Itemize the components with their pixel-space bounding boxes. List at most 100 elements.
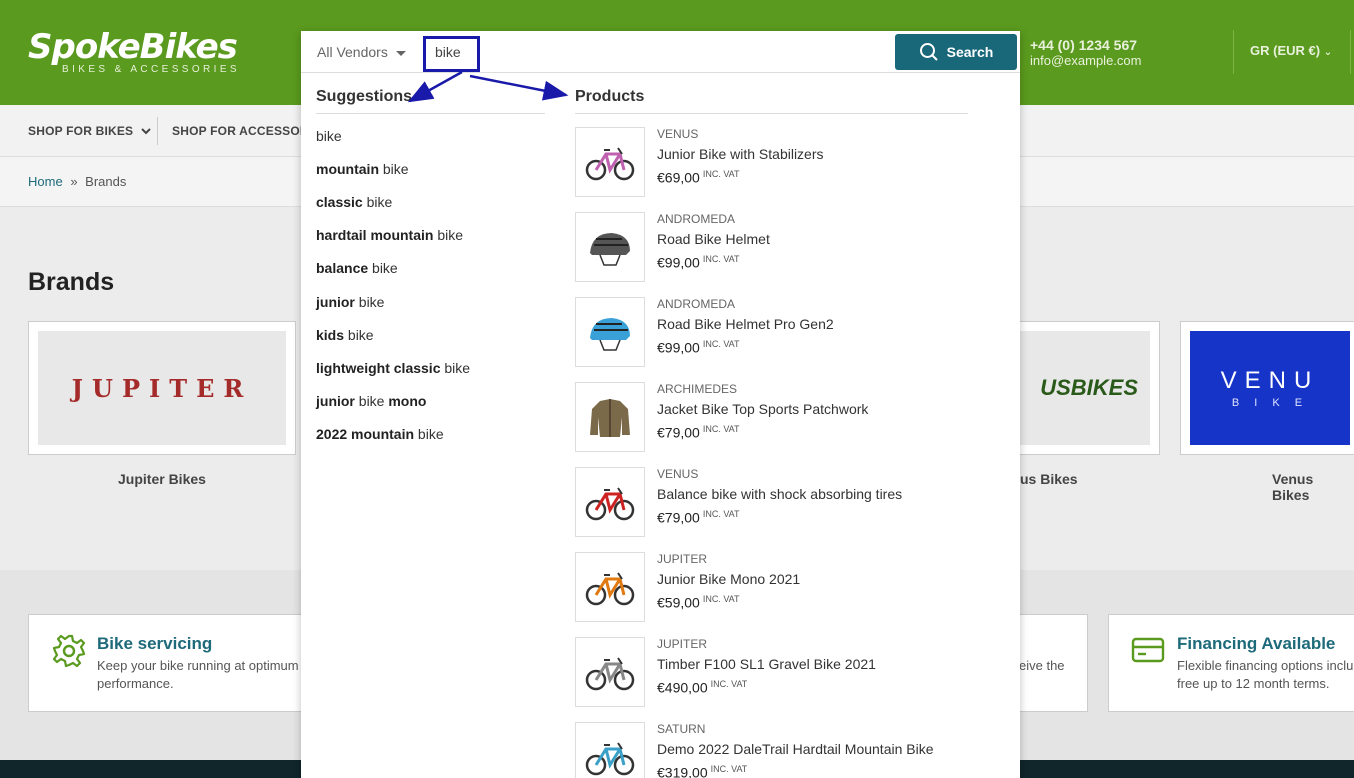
feature-title: Financing Available — [1177, 634, 1336, 653]
vat-label: INC. VAT — [702, 339, 740, 349]
nav-shop-bikes[interactable]: SHOP FOR BIKES — [28, 124, 151, 138]
vat-label: INC. VAT — [710, 679, 748, 689]
suggestions-title: Suggestions — [316, 88, 413, 105]
logo-text-a: Spoke — [28, 27, 141, 67]
search-bar: All Vendors Search — [301, 31, 1020, 73]
search-icon — [919, 43, 938, 61]
product-vendor: VENUS — [657, 127, 699, 141]
brand-card-jupiter[interactable]: JUPITER — [28, 321, 296, 455]
currency-selector[interactable]: GR (EUR €) ⌄ — [1250, 43, 1332, 58]
chevron-down-icon: ⌄ — [1323, 47, 1333, 58]
breadcrumb-home[interactable]: Home — [28, 174, 63, 189]
brand-card-venus[interactable]: VENU B I K E — [1180, 321, 1354, 455]
product-title[interactable]: Timber F100 SL1 Gravel Bike 2021 — [657, 656, 876, 672]
product-thumbnail[interactable] — [575, 212, 645, 282]
price-value: €490,00 — [657, 679, 708, 696]
jacket-icon — [590, 399, 630, 437]
caret-down-icon — [395, 50, 406, 56]
product-price: €490,00 INC. VAT — [657, 679, 747, 696]
vendor-select[interactable]: All Vendors — [317, 44, 406, 60]
product-title[interactable]: Balance bike with shock absorbing tires — [657, 486, 902, 502]
product-price: €99,00 INC. VAT — [657, 339, 740, 356]
vat-label: INC. VAT — [702, 594, 740, 604]
suggestion-item[interactable]: 2022 mountain bike — [316, 426, 444, 442]
suggestion-item[interactable]: mountain bike — [316, 161, 409, 177]
search-button[interactable]: Search — [895, 34, 1017, 70]
price-value: €99,00 — [657, 339, 700, 356]
brand-name[interactable]: Jupiter Bikes — [118, 471, 206, 487]
bike-icon — [585, 742, 635, 776]
suggestion-item[interactable]: lightweight classic bike — [316, 360, 470, 376]
search-button-label: Search — [946, 44, 994, 60]
price-value: €59,00 — [657, 594, 700, 611]
feature-bike-servicing: Bike servicing Keep your bike running at… — [28, 614, 318, 712]
product-price: €319,00 INC. VAT — [657, 764, 747, 778]
site-logo[interactable]: SpokeBikes BIKES & ACCESSORIES — [28, 28, 240, 75]
chevron-down-icon — [141, 128, 151, 135]
suggestion-item[interactable]: kids bike — [316, 327, 374, 343]
balance-bike-icon — [585, 487, 635, 521]
search-input[interactable] — [435, 44, 815, 60]
header-divider — [1233, 30, 1234, 74]
suggestion-item[interactable]: classic bike — [316, 194, 392, 210]
products-title: Products — [575, 88, 645, 105]
product-thumbnail[interactable] — [575, 297, 645, 367]
feature-financing: Financing Available Flexible financing o… — [1108, 614, 1354, 712]
product-thumbnail[interactable] — [575, 637, 645, 707]
product-item[interactable]: SATURN Demo 2022 DaleTrail Hardtail Mount… — [575, 722, 975, 778]
brand-logo-text: JUPITER — [71, 373, 253, 403]
phone-number[interactable]: +44 (0) 1234 567 — [1030, 37, 1141, 53]
product-item[interactable]: VENUS Balance bike with shock absorbing t… — [575, 467, 975, 539]
product-thumbnail[interactable] — [575, 467, 645, 537]
divider — [316, 113, 545, 114]
feature-text: eive the — [1019, 658, 1065, 673]
email-link[interactable]: info@example.com — [1030, 53, 1141, 69]
product-title[interactable]: Road Bike Helmet — [657, 231, 770, 247]
suggestion-item[interactable]: bike — [316, 128, 342, 144]
product-vendor: JUPITER — [657, 552, 708, 566]
product-item[interactable]: ARCHIMEDES Jacket Bike Top Sports Patchwo… — [575, 382, 975, 454]
product-item[interactable]: ANDROMEDA Road Bike Helmet Pro Gen2 €99,00… — [575, 297, 975, 369]
suggestion-item[interactable]: junior bike — [316, 294, 384, 310]
product-title[interactable]: Junior Bike Mono 2021 — [657, 571, 800, 587]
brand-name[interactable]: Venus Bikes — [1272, 471, 1354, 503]
suggestion-item[interactable]: balance bike — [316, 260, 398, 276]
breadcrumb-current: Brands — [85, 174, 127, 189]
page-title: Brands — [28, 268, 115, 296]
feature-text: Flexible financing options inclu free up … — [1177, 658, 1354, 691]
product-item[interactable]: VENUS Junior Bike with Stabilizers €69,00 I… — [575, 127, 975, 199]
product-thumbnail[interactable] — [575, 127, 645, 197]
helmet-icon — [590, 233, 630, 266]
brand-card-saturn[interactable]: USBIKES — [1000, 321, 1160, 455]
product-vendor: VENUS — [657, 467, 699, 481]
nav-shop-accessories[interactable]: SHOP FOR ACCESSOR — [172, 124, 309, 138]
product-thumbnail[interactable] — [575, 552, 645, 622]
brand-name[interactable]: us Bikes — [1020, 471, 1078, 487]
product-title[interactable]: Jacket Bike Top Sports Patchwork — [657, 401, 868, 417]
divider — [575, 113, 968, 114]
nav-divider — [157, 117, 158, 145]
vat-label: INC. VAT — [710, 764, 748, 774]
suggestion-item[interactable]: hardtail mountain bike — [316, 227, 463, 243]
product-thumbnail[interactable] — [575, 382, 645, 452]
suggestion-item[interactable]: junior bike mono — [316, 393, 426, 409]
header-divider — [1350, 30, 1351, 74]
brand-logo: USBIKES — [1010, 331, 1150, 445]
product-price: €99,00 INC. VAT — [657, 254, 740, 271]
credit-card-icon — [1131, 637, 1165, 663]
product-vendor: SATURN — [657, 722, 706, 736]
product-item[interactable]: JUPITER Timber F100 SL1 Gravel Bike 2021 €… — [575, 637, 975, 709]
product-title[interactable]: Junior Bike with Stabilizers — [657, 146, 824, 162]
product-title[interactable]: Road Bike Helmet Pro Gen2 — [657, 316, 834, 332]
price-value: €79,00 — [657, 424, 700, 441]
vat-label: INC. VAT — [702, 509, 740, 519]
feature-text: Keep your bike running at optimum perform… — [97, 658, 299, 691]
vat-label: INC. VAT — [702, 424, 740, 434]
product-title[interactable]: Demo 2022 DaleTrail Hardtail Mountain Bi… — [657, 741, 934, 757]
bike-icon — [585, 657, 635, 691]
brand-logo-text: USBIKES — [1040, 375, 1138, 400]
product-vendor: ANDROMEDA — [657, 297, 736, 311]
product-item[interactable]: ANDROMEDA Road Bike Helmet €99,00 INC. VAT — [575, 212, 975, 284]
product-thumbnail[interactable] — [575, 722, 645, 778]
product-item[interactable]: JUPITER Junior Bike Mono 2021 €59,00 INC. V… — [575, 552, 975, 624]
